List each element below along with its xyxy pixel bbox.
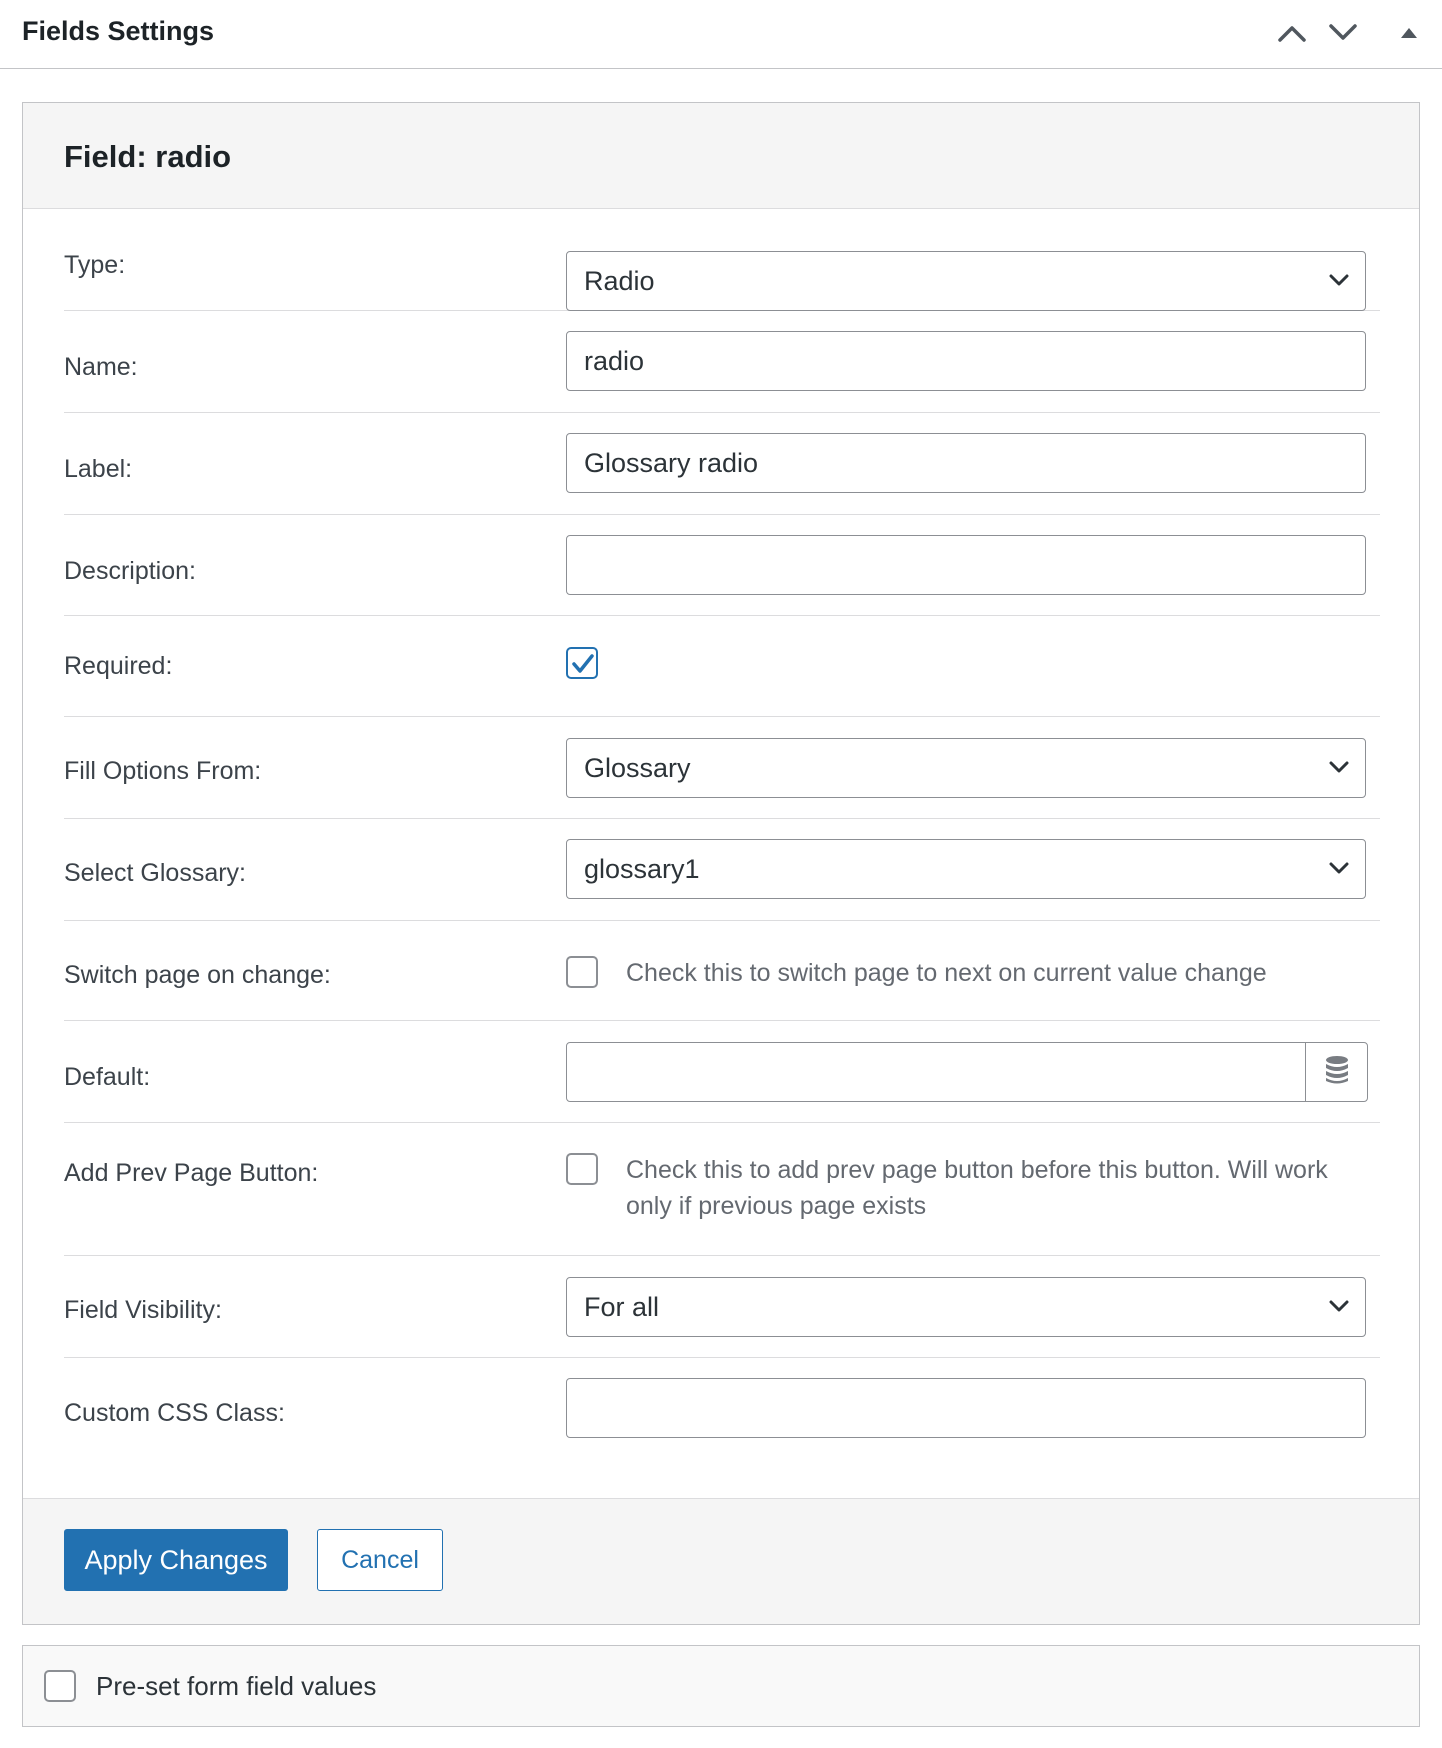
panel-header: Fields Settings — [0, 0, 1442, 69]
panel-title: Fields Settings — [22, 16, 215, 46]
visibility-label: Field Visibility: — [64, 1296, 222, 1324]
default-values-button[interactable] — [1305, 1043, 1367, 1101]
select-glossary-label: Select Glossary: — [64, 859, 247, 887]
label-label: Label: — [64, 455, 133, 483]
row-type: Type: Radio — [64, 209, 1380, 311]
cancel-button[interactable]: Cancel — [317, 1529, 443, 1591]
chevron-down-icon — [1329, 761, 1349, 779]
collapse-toggle-button[interactable] — [1389, 14, 1429, 52]
preset-values-checkbox[interactable] — [44, 1670, 76, 1702]
prev-page-checkbox[interactable] — [566, 1153, 598, 1185]
prev-page-hint-line2: only if previous page exists — [626, 1192, 927, 1220]
row-default: Default: — [64, 1021, 1380, 1123]
prev-page-hint-line1: Check this to add prev page button befor… — [626, 1156, 1328, 1184]
label-input-value: Glossary radio — [584, 448, 759, 478]
default-label: Default: — [64, 1063, 151, 1091]
switch-page-label: Switch page on change: — [64, 961, 331, 989]
row-prev-page: Add Prev Page Button: Check this to add … — [64, 1123, 1380, 1256]
switch-page-hint: Check this to switch page to next on cur… — [626, 959, 1267, 987]
select-glossary-select-value: glossary1 — [584, 854, 700, 884]
description-input[interactable] — [566, 535, 1366, 595]
field-title: Field: radio — [64, 139, 232, 174]
chevron-down-icon — [1329, 24, 1357, 42]
required-checkbox[interactable] — [566, 647, 598, 679]
row-name: Name: radio — [64, 311, 1380, 413]
name-input-value: radio — [584, 346, 645, 376]
row-description: Description: — [64, 515, 1380, 616]
fill-options-select[interactable]: Glossary — [566, 738, 1366, 798]
type-select[interactable]: Radio — [566, 251, 1366, 311]
chevron-down-icon — [1329, 274, 1349, 292]
label-input[interactable]: Glossary radio — [566, 433, 1366, 493]
row-css-class: Custom CSS Class: — [64, 1358, 1380, 1460]
default-input-group — [566, 1042, 1368, 1102]
type-select-value: Radio — [584, 266, 655, 296]
triangle-up-icon — [1400, 27, 1418, 39]
css-class-label: Custom CSS Class: — [64, 1399, 285, 1427]
select-glossary-select[interactable]: glossary1 — [566, 839, 1366, 899]
field-settings-box: Field: radio Type: Radio Name: radio Lab… — [22, 102, 1420, 1625]
description-label: Description: — [64, 557, 196, 585]
switch-page-checkbox[interactable] — [566, 956, 598, 988]
move-down-button[interactable] — [1323, 14, 1363, 52]
type-label: Type: — [64, 251, 126, 279]
move-up-button[interactable] — [1272, 14, 1312, 52]
chevron-down-icon — [1329, 862, 1349, 880]
visibility-select-value: For all — [584, 1292, 660, 1322]
row-switch-page: Switch page on change: Check this to swi… — [64, 921, 1380, 1021]
database-icon — [1324, 1055, 1350, 1090]
chevron-up-icon — [1278, 24, 1306, 42]
required-label: Required: — [64, 652, 173, 680]
prev-page-label: Add Prev Page Button: — [64, 1159, 319, 1187]
preset-values-box: Pre-set form field values — [22, 1645, 1420, 1727]
css-class-input[interactable] — [566, 1378, 1366, 1438]
fill-options-select-value: Glossary — [584, 753, 691, 783]
preset-values-label: Pre-set form field values — [96, 1671, 377, 1701]
visibility-select[interactable]: For all — [566, 1277, 1366, 1337]
row-required: Required: — [64, 616, 1380, 717]
apply-changes-button[interactable]: Apply Changes — [64, 1529, 288, 1591]
row-visibility: Field Visibility: For all — [64, 1256, 1380, 1358]
row-label: Label: Glossary radio — [64, 413, 1380, 515]
field-box-footer: Apply Changes Cancel — [23, 1498, 1419, 1624]
name-input[interactable]: radio — [566, 331, 1366, 391]
row-fill-options: Fill Options From: Glossary — [64, 717, 1380, 819]
row-select-glossary: Select Glossary: glossary1 — [64, 819, 1380, 921]
name-label: Name: — [64, 353, 138, 381]
chevron-down-icon — [1329, 1300, 1349, 1318]
field-box-header: Field: radio — [23, 103, 1419, 209]
fill-options-label: Fill Options From: — [64, 757, 262, 785]
